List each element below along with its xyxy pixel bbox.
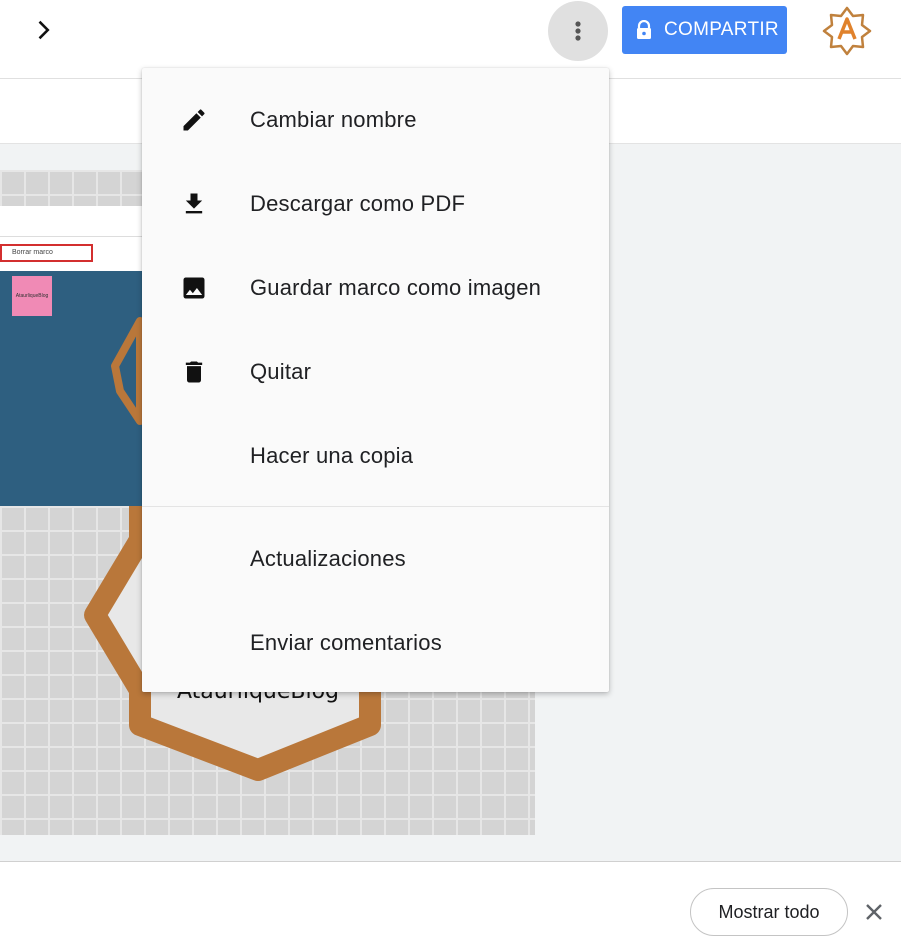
menu-item-label: Actualizaciones — [250, 546, 406, 571]
trash-icon — [185, 361, 203, 383]
sticky-note: AtaurliqueBlog — [12, 276, 52, 316]
chevron-right-icon[interactable] — [30, 18, 54, 42]
embedded-screenshot: Borrar marco AtaurliqueBlog — [0, 206, 146, 506]
menu-item-label: Enviar comentarios — [250, 630, 442, 655]
download-icon — [185, 193, 203, 214]
menu-item-label: Descargar como PDF — [250, 191, 466, 216]
menu-item-label: Guardar marco como imagen — [250, 275, 542, 300]
menu-item-label: Quitar — [250, 359, 312, 384]
share-button-label: COMPARTIR — [664, 19, 779, 40]
image-icon — [183, 277, 205, 299]
more-vert-icon — [575, 21, 581, 41]
menu-item-send-feedback[interactable]: Enviar comentarios — [142, 601, 609, 685]
screenshot-field: Borrar marco — [0, 244, 93, 262]
menu-divider — [142, 506, 609, 507]
menu-item-save-image[interactable]: Guardar marco como imagen — [142, 246, 609, 330]
menu-item-make-copy[interactable]: Hacer una copia — [142, 414, 609, 498]
menu-item-label: Hacer una copia — [250, 443, 414, 468]
menu-item-remove[interactable]: Quitar — [142, 330, 609, 414]
options-menu: Cambiar nombre Descargar como PDF Guarda… — [142, 68, 609, 692]
menu-item-download-pdf[interactable]: Descargar como PDF — [142, 162, 609, 246]
menu-item-updates[interactable]: Actualizaciones — [142, 517, 609, 601]
screenshot-bar — [0, 206, 146, 237]
avatar-star-icon[interactable] — [822, 6, 872, 56]
share-button[interactable]: COMPARTIR — [622, 6, 787, 54]
more-options-button[interactable] — [548, 1, 608, 61]
menu-item-rename[interactable]: Cambiar nombre — [142, 78, 609, 162]
close-icon[interactable] — [862, 900, 886, 924]
show-all-button[interactable]: Mostrar todo — [690, 888, 848, 936]
pencil-icon — [183, 109, 205, 131]
downloads-bar: Mostrar todo — [0, 861, 901, 936]
menu-item-label: Cambiar nombre — [250, 107, 417, 132]
lock-icon — [637, 20, 651, 39]
